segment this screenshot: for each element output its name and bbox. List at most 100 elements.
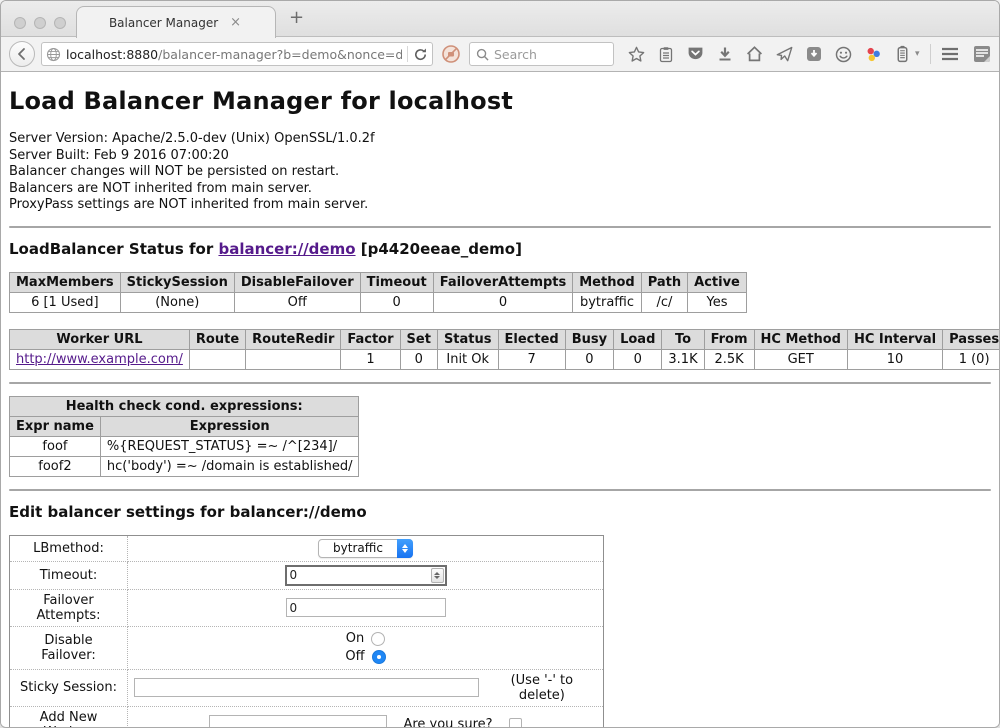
divider bbox=[9, 382, 991, 384]
off-label: Off bbox=[345, 648, 364, 666]
table-title-row: Health check cond. expressions: bbox=[10, 396, 359, 416]
divider bbox=[9, 226, 991, 228]
bookmarks-clipboard-icon[interactable] bbox=[658, 46, 674, 63]
server-info: Server Version: Apache/2.5.0-dev (Unix) … bbox=[9, 131, 991, 214]
chevron-down-icon[interactable]: ▾ bbox=[915, 49, 920, 59]
timeout-row: Timeout: bbox=[10, 561, 604, 589]
reload-icon[interactable] bbox=[413, 47, 428, 62]
table-row: 6 [1 Used] (None) Off 0 0 bytraffic /c/ … bbox=[10, 292, 747, 312]
battery-icon[interactable] bbox=[895, 45, 910, 63]
table-header-row: MaxMembers StickySession DisableFailover… bbox=[10, 272, 747, 292]
send-plane-icon[interactable] bbox=[776, 46, 793, 62]
title-bar: Balancer Manager × + bbox=[1, 1, 999, 37]
window-zoom-button[interactable] bbox=[54, 17, 66, 29]
col-stickysession: StickySession bbox=[120, 272, 234, 292]
lbmethod-row: LBmethod: bytraffic bbox=[10, 535, 604, 561]
on-label: On bbox=[346, 630, 364, 648]
select-stepper-icon bbox=[397, 539, 413, 558]
col-maxmembers: MaxMembers bbox=[10, 272, 121, 292]
server-version: Server Version: Apache/2.5.0-dev (Unix) … bbox=[9, 131, 991, 148]
download-arrow-icon[interactable] bbox=[717, 46, 733, 62]
status-heading-suffix: [p4420eeae_demo] bbox=[356, 240, 522, 258]
lbmethod-label: LBmethod: bbox=[10, 535, 128, 561]
table-header-row: Expr name Expression bbox=[10, 416, 359, 436]
col-method: Method bbox=[573, 272, 641, 292]
col-path: Path bbox=[641, 272, 687, 292]
home-icon[interactable] bbox=[746, 46, 763, 62]
page-title: Load Balancer Manager for localhost bbox=[9, 87, 991, 115]
url-path: /balancer-manager?b=demo&nonce=decc37be-… bbox=[158, 47, 402, 62]
globe-icon bbox=[46, 47, 61, 62]
feedback-smiley-icon[interactable] bbox=[835, 46, 852, 63]
edit-settings-heading: Edit balancer settings for balancer://de… bbox=[9, 503, 991, 521]
sticky-session-label: Sticky Session: bbox=[10, 669, 128, 706]
col-timeout: Timeout bbox=[360, 272, 433, 292]
health-table-title: Health check cond. expressions: bbox=[10, 396, 359, 416]
page-content: Load Balancer Manager for localhost Serv… bbox=[1, 72, 999, 728]
tab-close-icon[interactable]: × bbox=[228, 15, 243, 30]
back-button[interactable] bbox=[9, 41, 35, 67]
balancer-link[interactable]: balancer://demo bbox=[218, 240, 355, 258]
table-row: foof %{REQUEST_STATUS} =~ /^[234]/ bbox=[10, 436, 359, 456]
balancer-settings-form: LBmethod: bytraffic Timeout: bbox=[9, 535, 604, 728]
col-failoverattempts: FailoverAttempts bbox=[433, 272, 573, 292]
search-icon bbox=[476, 48, 489, 61]
lbmethod-select[interactable]: bytraffic bbox=[318, 539, 413, 558]
status-heading: LoadBalancer Status for balancer://demo … bbox=[9, 240, 991, 258]
health-check-table: Health check cond. expressions: Expr nam… bbox=[9, 396, 359, 477]
add-worker-row: Add New Worker: Are you sure? bbox=[10, 706, 604, 728]
sticky-session-row: Sticky Session: (Use '-' to delete) bbox=[10, 669, 604, 706]
tab-title: Balancer Manager bbox=[109, 16, 218, 30]
col-expr-name: Expr name bbox=[10, 416, 101, 436]
status-heading-prefix: LoadBalancer Status for bbox=[9, 240, 218, 258]
failover-attempts-row: Failover Attempts: bbox=[10, 589, 604, 626]
failover-off-radio[interactable] bbox=[372, 650, 386, 664]
pocket-icon[interactable] bbox=[687, 46, 704, 62]
plugin-blocked-icon[interactable] bbox=[441, 44, 461, 64]
timeout-input[interactable] bbox=[285, 565, 447, 586]
worker-table: Worker URL Route RouteRedir Factor Set S… bbox=[9, 329, 999, 370]
number-spinner-icon[interactable] bbox=[431, 568, 444, 583]
add-worker-label: Add New Worker: bbox=[10, 706, 128, 728]
notice-persist: Balancer changes will NOT be persisted o… bbox=[9, 164, 991, 181]
url-divider bbox=[407, 46, 408, 62]
table-row: foof2 hc('body') =~ /domain is establish… bbox=[10, 456, 359, 476]
search-input[interactable] bbox=[494, 47, 594, 62]
disable-failover-label: Disable Failover: bbox=[10, 626, 128, 669]
bookmark-star-icon[interactable] bbox=[628, 46, 645, 63]
navigation-toolbar: localhost:8880/balancer-manager?b=demo&n… bbox=[1, 37, 999, 72]
notice-proxypass: ProxyPass settings are NOT inherited fro… bbox=[9, 197, 991, 214]
window-minimize-button[interactable] bbox=[34, 17, 46, 29]
sticky-session-input[interactable] bbox=[134, 678, 479, 697]
url-bar[interactable]: localhost:8880/balancer-manager?b=demo&n… bbox=[41, 42, 433, 66]
col-worker-url: Worker URL bbox=[10, 329, 190, 349]
sticky-session-hint: (Use '-' to delete) bbox=[487, 673, 597, 703]
balancer-status-table: MaxMembers StickySession DisableFailover… bbox=[9, 272, 747, 313]
failover-attempts-input[interactable] bbox=[286, 598, 446, 617]
window-close-button[interactable] bbox=[14, 17, 26, 29]
are-you-sure-checkbox[interactable] bbox=[509, 718, 522, 728]
failover-on-radio[interactable] bbox=[371, 632, 385, 646]
col-active: Active bbox=[688, 272, 747, 292]
toolbar-divider bbox=[930, 44, 931, 64]
notes-grid-icon[interactable] bbox=[973, 45, 991, 63]
extension-dots-icon[interactable] bbox=[865, 46, 882, 63]
search-bar[interactable] bbox=[469, 42, 614, 66]
panel-download-icon[interactable] bbox=[806, 46, 822, 62]
url-text[interactable]: localhost:8880/balancer-manager?b=demo&n… bbox=[66, 47, 402, 62]
timeout-label: Timeout: bbox=[10, 561, 128, 589]
menu-hamburger-icon[interactable] bbox=[941, 47, 959, 61]
are-you-sure-label: Are you sure? bbox=[403, 717, 492, 728]
failover-attempts-label: Failover Attempts: bbox=[10, 589, 128, 626]
server-built: Server Built: Feb 9 2016 07:00:20 bbox=[9, 148, 991, 165]
url-domain: localhost:8880 bbox=[66, 47, 158, 62]
new-tab-button[interactable]: + bbox=[289, 9, 304, 27]
browser-window: Balancer Manager × + localhost:8880/bala… bbox=[0, 0, 1000, 728]
worker-url-link[interactable]: http://www.example.com/ bbox=[16, 352, 183, 367]
window-controls bbox=[14, 17, 66, 29]
col-expression: Expression bbox=[100, 416, 359, 436]
add-worker-input[interactable] bbox=[209, 715, 387, 728]
divider bbox=[9, 489, 991, 491]
lbmethod-value: bytraffic bbox=[333, 541, 397, 555]
browser-tab[interactable]: Balancer Manager × bbox=[76, 6, 276, 38]
